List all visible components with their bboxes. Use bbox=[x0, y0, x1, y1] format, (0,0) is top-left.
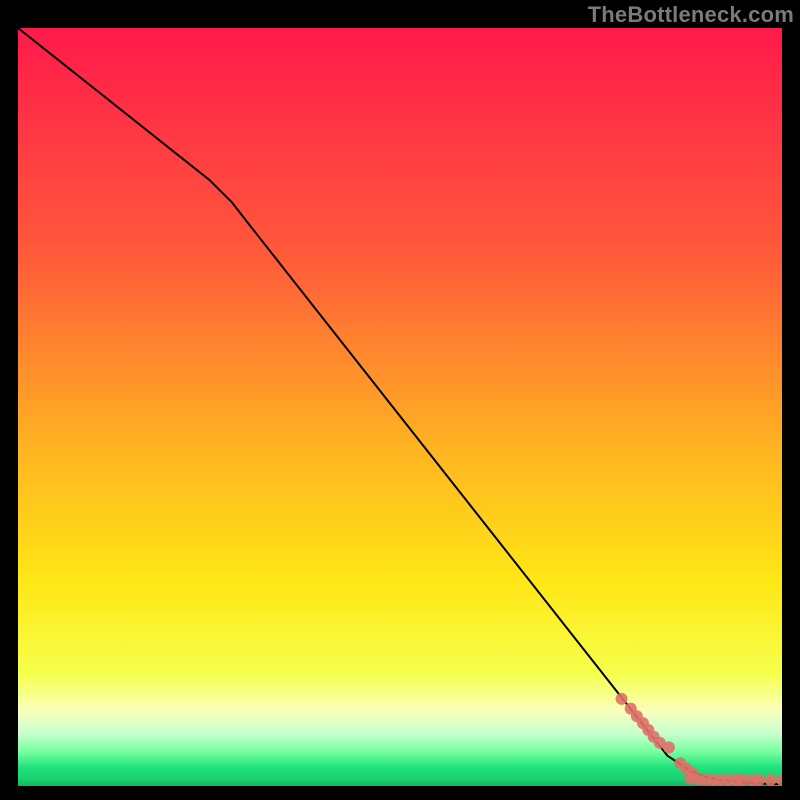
watermark-text: TheBottleneck.com bbox=[588, 2, 794, 28]
series-dots-diagonal-point bbox=[616, 693, 628, 705]
chart-stage: TheBottleneck.com bbox=[0, 0, 800, 800]
series-dots-bottom-point bbox=[753, 774, 765, 786]
chart-background bbox=[18, 28, 782, 786]
series-dots-diagonal-point bbox=[663, 741, 675, 753]
series-dots-bottom-point bbox=[765, 774, 777, 786]
chart-svg bbox=[18, 28, 782, 786]
